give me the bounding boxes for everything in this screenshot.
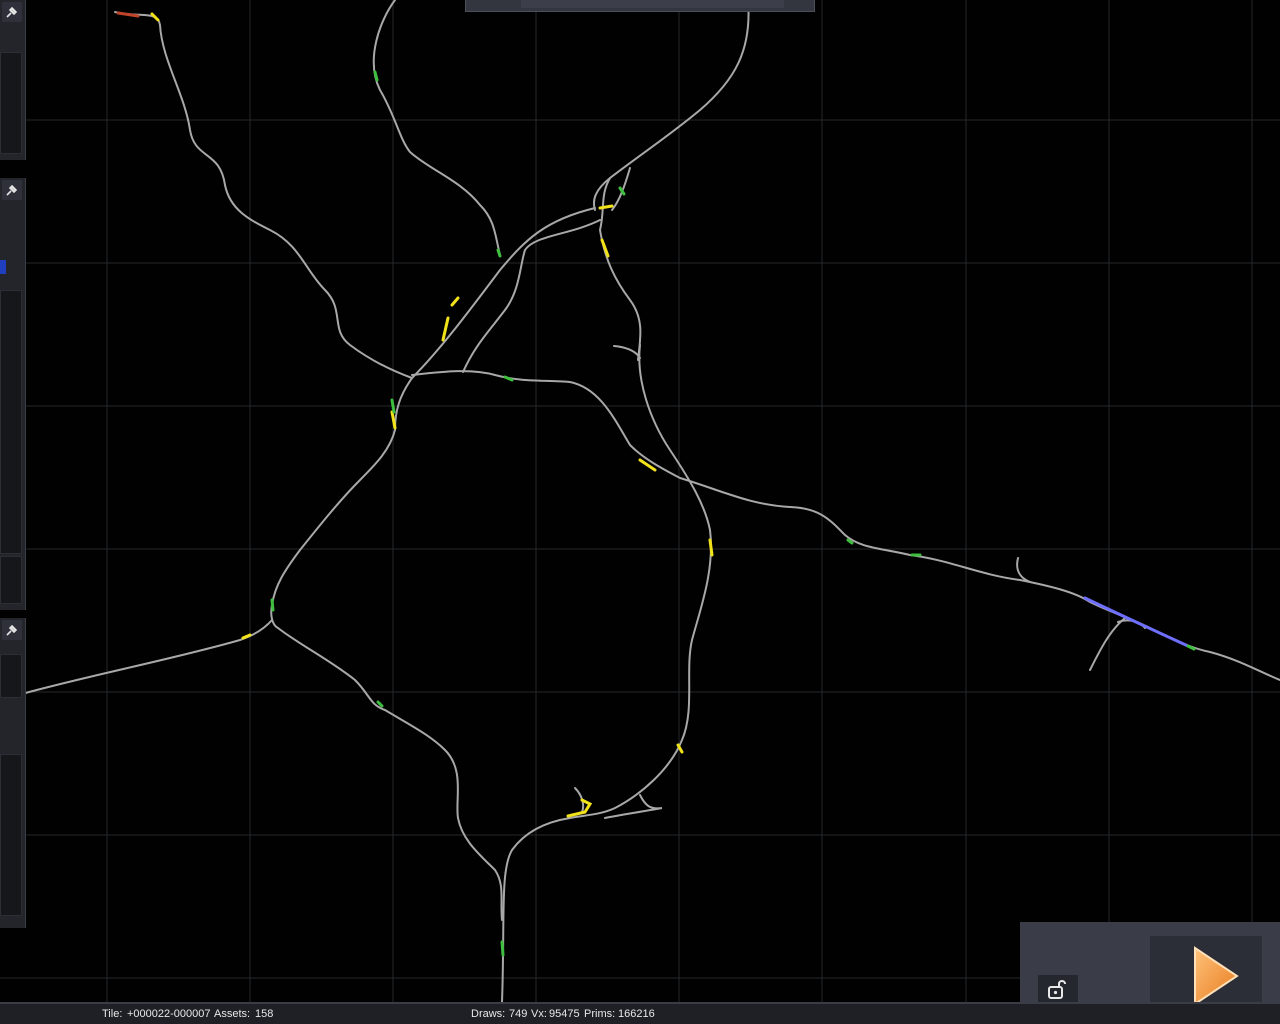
toolbar-handle[interactable] [521,0,784,8]
highlight-yellow-k [566,798,593,818]
assets-value: 158 [255,1008,274,1020]
unlock-icon [1048,980,1066,999]
highlight-green-j [500,940,505,957]
left-panel-middle [0,178,26,610]
road-northeast-top [592,0,750,211]
pin-button[interactable] [2,620,22,640]
road-highlights [116,11,1196,957]
road-junction-spur-b [604,794,663,819]
pin-icon [6,6,18,18]
prims-label: Prims: [584,1008,616,1020]
highlight-red [116,11,140,18]
road-west-center [270,377,413,629]
pin-button[interactable] [2,180,22,200]
highlight-green-g [376,700,384,708]
draws-label: Draws: [471,1008,506,1020]
road-center-east [411,370,1280,681]
play-icon [1194,946,1239,1006]
assets-label: Assets: [214,1008,251,1020]
road-northwest [114,11,413,379]
road-diagonal-a [411,207,596,379]
vx-label: Vx: [531,1008,547,1020]
highlight-yellow-f [390,410,397,430]
selection-indicator [0,260,6,274]
highlight-yellow-b [598,204,614,210]
roads [17,0,1280,1003]
highlight-green-f [270,598,275,612]
panel-content [0,290,22,554]
highlight-yellow-a [150,12,160,22]
highlight-green-a [373,70,379,82]
road-network-map [0,0,1280,1003]
play-button[interactable] [1191,944,1241,1008]
lock-button[interactable] [1038,975,1078,1003]
map-viewport[interactable] [0,0,1280,1024]
draws-value: 749 [509,1008,528,1020]
status-bar: Tile: +000022-000007 Assets: 158 Draws: … [0,1002,1280,1024]
pin-button[interactable] [2,2,22,22]
highlight-green-b [496,248,502,258]
highlight-blue [1083,596,1190,648]
road-northeast-link [598,177,642,361]
pin-icon [6,624,18,636]
highlight-yellow-h [708,538,714,557]
grid-lines [0,0,1280,1002]
highlight-yellow-g [638,458,657,472]
prims-value: 166216 [618,1008,655,1020]
panel-content [0,654,22,698]
road-east-spur-up [1016,557,1031,583]
left-panel-bottom [0,618,26,928]
highlight-yellow-d [441,316,450,342]
road-east-spur-down [1089,617,1126,671]
vx-value: 95475 [549,1008,580,1020]
road-diagonal-b [462,219,601,373]
road-southwest [277,627,503,921]
highlight-green-d [390,398,396,414]
panel-content [0,754,22,916]
pin-icon [6,184,18,196]
top-toolbar[interactable] [465,0,815,12]
left-panel-top [0,0,26,160]
panel-content [0,556,22,604]
tile-label: Tile: [102,1008,123,1020]
highlight-yellow-e [450,296,460,307]
road-middle-south [501,344,712,1003]
road-junction-spur-a [613,345,641,359]
tile-value: +000022-000007 [127,1008,211,1020]
road-west-long [17,619,273,696]
panel-content [0,52,22,154]
